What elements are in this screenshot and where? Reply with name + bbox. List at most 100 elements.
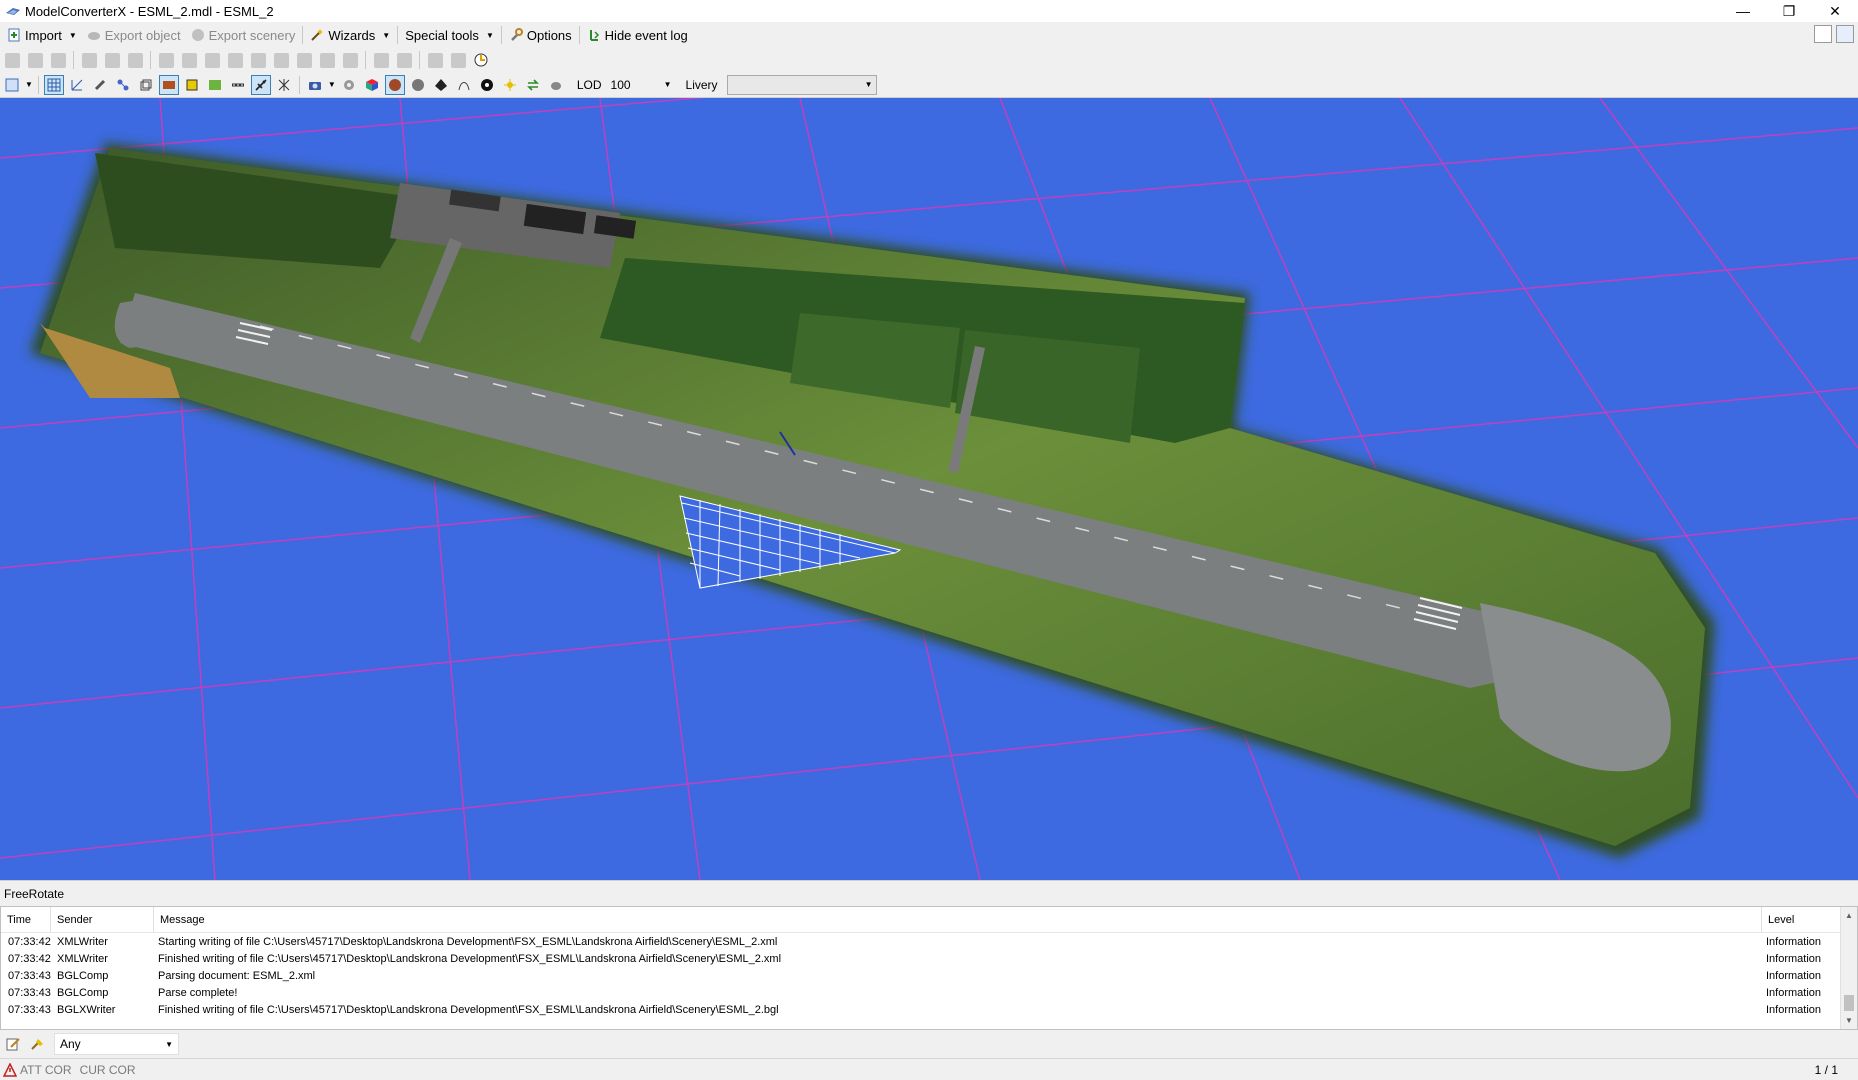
lod-value: 100	[610, 77, 631, 92]
options-label: Options	[526, 27, 572, 43]
minimize-button[interactable]: —	[1720, 0, 1766, 22]
delete-icon[interactable]	[248, 50, 268, 70]
sphere-icon[interactable]	[408, 75, 428, 95]
toolbar-separator	[37, 75, 39, 94]
log-level-filter-select[interactable]: Any ▼	[54, 1033, 179, 1055]
scroll-down-icon[interactable]: ▼	[1841, 1012, 1857, 1029]
pin-icon[interactable]	[340, 50, 360, 70]
aircraft-icon[interactable]	[250, 74, 271, 95]
restore-button[interactable]: ❐	[1766, 0, 1812, 22]
log-row[interactable]: 07:33:43 BGLComp Parse complete! Informa…	[1, 984, 1857, 1001]
log-time: 07:33:43	[8, 986, 51, 999]
event-log: Time Sender Message Level 07:33:42 XMLWr…	[0, 906, 1858, 1030]
hierarchy-icon[interactable]	[125, 50, 145, 70]
chevron-down-icon: ▼	[382, 30, 391, 40]
edit-note-icon[interactable]	[3, 1034, 23, 1054]
spider-icon[interactable]	[274, 75, 294, 95]
zoom-extents-icon[interactable]	[2, 75, 22, 95]
material-icon[interactable]	[102, 50, 122, 70]
col-sender[interactable]: Sender	[51, 907, 154, 932]
teapot-icon[interactable]	[546, 75, 566, 95]
material-view-icon[interactable]	[182, 75, 202, 95]
swap-icon[interactable]	[523, 75, 543, 95]
log-level: Information	[1766, 935, 1822, 948]
ground-icon[interactable]	[205, 75, 225, 95]
toolbar-row-1	[0, 48, 1858, 72]
menu-separator	[578, 26, 580, 44]
livery-select[interactable]: ▼	[726, 74, 877, 95]
options-menu[interactable]: Options	[504, 24, 577, 46]
wizard-wand-icon	[311, 29, 324, 41]
chevron-down-icon[interactable]: ▼	[25, 80, 33, 89]
log-time: 07:33:43	[8, 969, 51, 982]
texture-view-icon[interactable]	[158, 74, 179, 95]
image-icon[interactable]	[179, 50, 199, 70]
3d-viewport[interactable]	[0, 98, 1858, 880]
lod-select[interactable]: 100 ▼	[605, 75, 675, 94]
warning-icon	[3, 1062, 17, 1077]
ball-icon[interactable]	[477, 75, 497, 95]
wireframe-icon[interactable]	[136, 75, 156, 95]
clear-log-icon[interactable]	[27, 1034, 47, 1054]
color-cube-icon[interactable]	[362, 75, 382, 95]
log-row[interactable]: 07:33:42 XMLWriter Finished writing of f…	[1, 950, 1857, 967]
bones-icon[interactable]	[113, 75, 133, 95]
zoom-icon[interactable]	[79, 50, 99, 70]
shaded-view-icon[interactable]	[384, 74, 405, 95]
layers-icon[interactable]	[294, 50, 314, 70]
airfield-terrain	[30, 143, 1715, 858]
log-row[interactable]: 07:33:43 BGLComp Parsing document: ESML_…	[1, 967, 1857, 984]
runway-icon[interactable]	[228, 75, 248, 95]
refresh-icon[interactable]	[471, 50, 491, 70]
export-texture-icon[interactable]	[225, 50, 245, 70]
camera-icon[interactable]	[305, 75, 325, 95]
frame-icon[interactable]	[371, 50, 391, 70]
export-object-menu[interactable]: Export object	[82, 24, 186, 46]
panel-toggle-icon[interactable]	[1814, 25, 1832, 43]
list-icon[interactable]	[394, 50, 414, 70]
back-arrow-icon[interactable]	[2, 50, 22, 70]
chevron-down-icon[interactable]: ▼	[328, 80, 336, 89]
scroll-up-icon[interactable]: ▲	[1841, 907, 1857, 924]
wrench-icon	[510, 28, 523, 41]
log-message: Finished writing of file C:\Users\45717\…	[158, 1003, 779, 1016]
wizards-label: Wizards	[328, 27, 376, 43]
log-row[interactable]: 07:33:42 XMLWriter Starting writing of f…	[1, 933, 1857, 950]
attach-icon[interactable]	[90, 75, 110, 95]
col-time[interactable]: Time	[1, 907, 51, 932]
export-scenery-menu[interactable]: Export scenery	[186, 24, 301, 46]
light-icon[interactable]	[500, 75, 520, 95]
stop-icon[interactable]	[48, 50, 68, 70]
wizards-menu[interactable]: Wizards ▼	[305, 24, 395, 46]
toolbar-separator	[298, 75, 300, 94]
chevron-down-icon: ▼	[663, 80, 672, 89]
import-menu[interactable]: Import ▼	[2, 24, 82, 46]
axis-icon[interactable]	[67, 75, 87, 95]
log-scrollbar[interactable]: ▲ ▼	[1840, 907, 1857, 1029]
undo-icon[interactable]	[425, 50, 445, 70]
close-button[interactable]: ✕	[1812, 0, 1858, 22]
help-icon[interactable]	[1836, 25, 1854, 43]
grid-toggle-icon[interactable]	[43, 74, 64, 95]
settings-gear-icon[interactable]	[339, 75, 359, 95]
save-icon[interactable]	[202, 50, 222, 70]
link-icon[interactable]	[317, 50, 337, 70]
dark-sphere-icon[interactable]	[431, 75, 451, 95]
scroll-thumb[interactable]	[1844, 995, 1854, 1011]
menu-separator	[302, 26, 304, 44]
redo-icon[interactable]	[448, 50, 468, 70]
col-message[interactable]: Message	[154, 907, 1762, 932]
log-row[interactable]: 07:33:43 BGLXWriter Finished writing of …	[1, 1001, 1857, 1018]
title-bar: ModelConverterX - ESML_2.mdl - ESML_2 — …	[0, 0, 1858, 22]
export-scenery-label: Export scenery	[208, 27, 296, 43]
col-level[interactable]: Level	[1762, 907, 1842, 932]
forward-arrow-icon[interactable]	[25, 50, 45, 70]
globe-icon[interactable]	[271, 50, 291, 70]
status-bar: ATT COR CUR COR 1 / 1	[0, 1058, 1858, 1080]
scene-canvas[interactable]	[0, 98, 1858, 880]
special-tools-label: Special tools	[405, 27, 479, 43]
special-tools-menu[interactable]: Special tools ▼	[400, 24, 499, 46]
hide-event-log-button[interactable]: Hide event log	[582, 24, 693, 46]
spline-icon[interactable]	[454, 75, 474, 95]
texture-icon[interactable]	[156, 50, 176, 70]
